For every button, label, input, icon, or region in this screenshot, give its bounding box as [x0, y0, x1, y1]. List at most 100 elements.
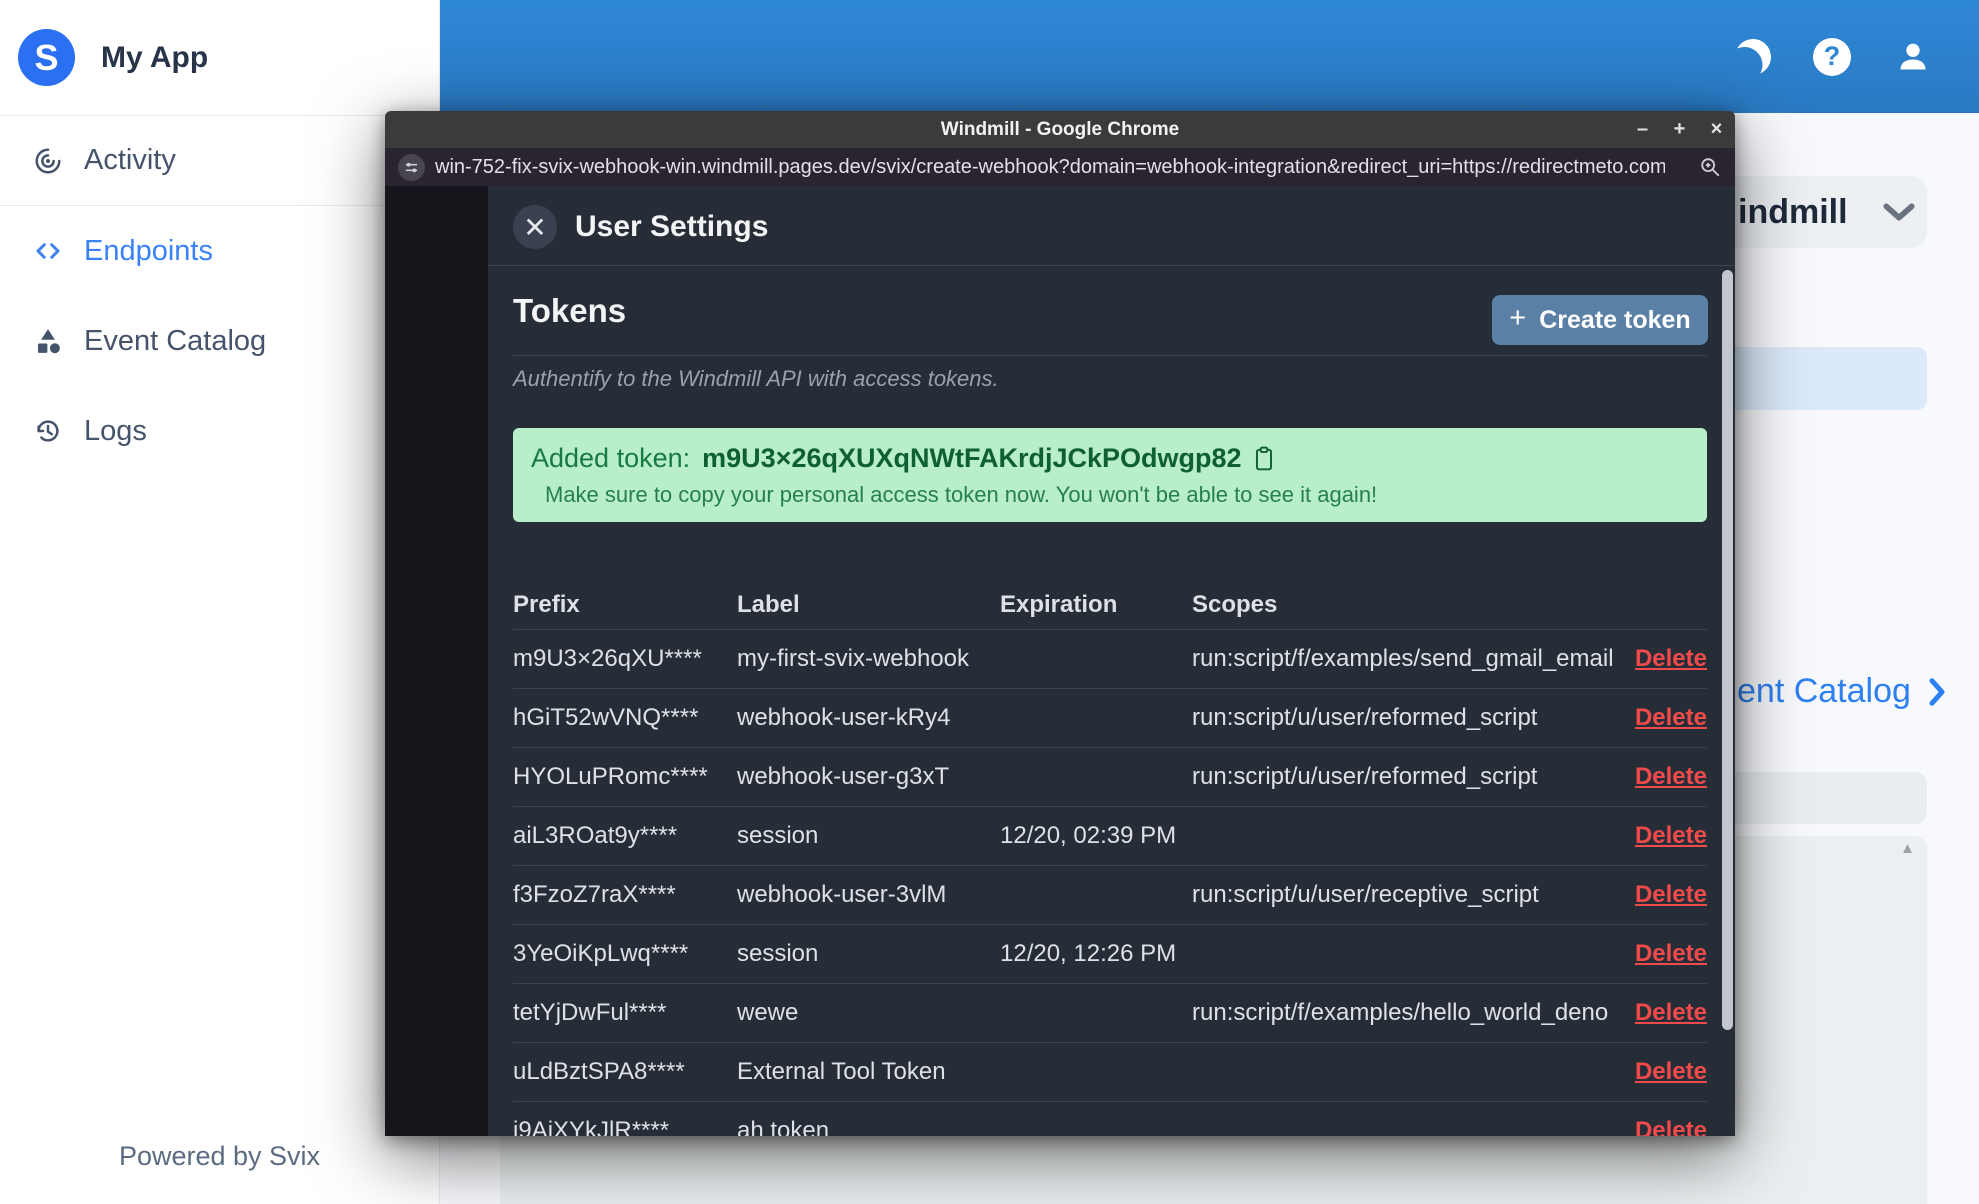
token-scopes-cell: run:script/u/user/reformed_script — [1192, 704, 1538, 731]
table-row: HYOLuPRomc**** webhook-user-g3xT run:scr… — [513, 747, 1707, 806]
history-clock-icon — [37, 420, 59, 442]
event-catalog-link-label: ent Catalog — [1737, 672, 1911, 710]
dark-mode-moon-icon[interactable] — [1732, 35, 1775, 78]
event-catalog-link[interactable]: ent Catalog — [1737, 672, 1949, 711]
sidebar-item-logs[interactable]: Logs — [0, 386, 439, 476]
chrome-window: Windmill - Google Chrome – + × win-752-f… — [385, 111, 1735, 1136]
delete-link[interactable]: Delete — [1635, 645, 1707, 673]
token-expiration-cell: 12/20, 02:39 PM — [1000, 822, 1177, 849]
browser-viewport: ✕ User Settings Tokens + Create token Au… — [385, 186, 1735, 1136]
code-brackets-icon — [36, 243, 60, 259]
col-scopes: Scopes — [1192, 591, 1278, 618]
close-drawer-button[interactable]: ✕ — [513, 205, 557, 249]
window-titlebar[interactable]: Windmill - Google Chrome – + × — [385, 111, 1735, 148]
token-label-cell: session — [737, 940, 819, 967]
svix-logo-icon: S — [18, 29, 75, 86]
divider — [513, 355, 1707, 356]
drawer-scrollbar-thumb[interactable] — [1722, 270, 1733, 1030]
token-value: m9U3×26qXUXqNWtFAKrdjJCkPOdwgp82 — [702, 443, 1242, 473]
token-prefix-cell: f3FzoZ7raX**** — [513, 881, 676, 908]
token-label-cell: wewe — [737, 999, 799, 1026]
token-label-cell: webhook-user-kRy4 — [737, 704, 951, 731]
app-header: S My App — [0, 0, 439, 116]
activity-icon — [35, 148, 61, 173]
copy-clipboard-icon[interactable] — [1254, 446, 1274, 472]
workspace-name: indmill — [1738, 192, 1848, 231]
delete-link[interactable]: Delete — [1635, 763, 1707, 791]
scrollbar-up-arrow-icon[interactable]: ▲ — [1900, 840, 1915, 857]
token-prefix-cell: m9U3×26qXU**** — [513, 645, 702, 672]
token-prefix-cell: HYOLuPRomc**** — [513, 763, 708, 790]
table-row: uLdBztSPA8**** External Tool Token Delet… — [513, 1042, 1707, 1101]
sidebar-item-endpoints[interactable]: Endpoints — [0, 206, 439, 296]
user-icon[interactable] — [1893, 37, 1933, 77]
sidebar: S My App Activity Endpoints Event Catalo… — [0, 0, 440, 1204]
table-row: m9U3×26qXU**** my-first-svix-webhook run… — [513, 629, 1707, 688]
chevron-right-icon — [1929, 677, 1945, 706]
delete-link[interactable]: Delete — [1635, 999, 1707, 1027]
user-settings-drawer: ✕ User Settings Tokens + Create token Au… — [488, 186, 1735, 1136]
banner-prefix: Added token: — [531, 443, 691, 473]
token-prefix-cell: uLdBztSPA8**** — [513, 1058, 685, 1085]
col-prefix: Prefix — [513, 591, 580, 618]
minimize-button[interactable]: – — [1624, 111, 1661, 148]
delete-link[interactable]: Delete — [1635, 704, 1707, 732]
table-row: tetYjDwFul**** wewe run:script/f/example… — [513, 983, 1707, 1042]
url-bar[interactable]: win-752-fix-svix-webhook-win.windmill.pa… — [385, 148, 1735, 186]
sidebar-item-label: Logs — [84, 414, 147, 447]
sidebar-item-event-catalog[interactable]: Event Catalog — [0, 296, 439, 386]
col-expiration: Expiration — [1000, 591, 1118, 618]
delete-link[interactable]: Delete — [1635, 822, 1707, 850]
close-window-button[interactable]: × — [1698, 111, 1735, 148]
table-row: f3FzoZ7raX**** webhook-user-3vlM run:scr… — [513, 865, 1707, 924]
banner-note: Make sure to copy your personal access t… — [545, 482, 1378, 507]
delete-link[interactable]: Delete — [1635, 881, 1707, 909]
token-prefix-cell: hGiT52wVNQ**** — [513, 704, 699, 731]
sidebar-item-label: Endpoints — [84, 234, 213, 267]
plus-icon: + — [1509, 302, 1527, 334]
table-row: 3YeOiKpLwq**** session 12/20, 12:26 PM D… — [513, 924, 1707, 983]
token-scopes-cell: run:script/f/examples/hello_world_deno — [1192, 999, 1609, 1026]
tune-icon — [405, 162, 418, 172]
token-scopes-cell: run:script/f/examples/send_gmail_email — [1192, 645, 1614, 672]
token-prefix-cell: aiL3ROat9y**** — [513, 822, 678, 849]
token-scopes-cell: run:script/u/user/receptive_script — [1192, 881, 1539, 908]
sidebar-item-label: Activity — [84, 144, 176, 176]
delete-link[interactable]: Delete — [1635, 940, 1707, 968]
token-prefix-cell: i9AjXYkJlR**** — [513, 1117, 670, 1136]
sidebar-item-label: Event Catalog — [84, 324, 267, 357]
divider — [488, 265, 1735, 266]
drawer-title: User Settings — [575, 210, 769, 243]
create-token-label: Create token — [1539, 305, 1691, 334]
delete-link[interactable]: Delete — [1635, 1058, 1707, 1086]
url-input[interactable]: win-752-fix-svix-webhook-win.windmill.pa… — [435, 156, 1665, 179]
powered-by-svix: Powered by Svix — [118, 1141, 321, 1171]
window-title: Windmill - Google Chrome — [940, 118, 1180, 140]
delete-link[interactable]: Delete — [1635, 1117, 1707, 1136]
token-label-cell: External Tool Token — [737, 1058, 946, 1085]
shapes-icon — [38, 329, 60, 354]
col-label: Label — [737, 591, 800, 618]
token-prefix-cell: 3YeOiKpLwq**** — [513, 940, 689, 967]
help-icon[interactable]: ? — [1813, 37, 1851, 76]
table-row: aiL3ROat9y**** session 12/20, 02:39 PM D… — [513, 806, 1707, 865]
create-token-button[interactable]: + Create token — [1492, 295, 1708, 345]
tokens-table-header: Prefix Label Expiration Scopes — [513, 581, 1707, 629]
token-label-cell: ah token — [737, 1117, 830, 1136]
site-info-button[interactable] — [398, 153, 425, 181]
token-expiration-cell: 12/20, 12:26 PM — [1000, 940, 1177, 967]
page-dim-overlay — [385, 186, 488, 1136]
token-scopes-cell: run:script/u/user/reformed_script — [1192, 763, 1538, 790]
zoom-icon[interactable] — [1699, 156, 1721, 178]
tokens-subtitle: Authentify to the Windmill API with acce… — [513, 366, 999, 391]
token-label-cell: webhook-user-g3xT — [737, 763, 950, 790]
chevron-down-icon — [1882, 203, 1915, 221]
tokens-section-title: Tokens — [513, 292, 627, 329]
sidebar-item-activity[interactable]: Activity — [0, 116, 439, 206]
table-row: i9AjXYkJlR**** ah token Delete — [513, 1101, 1707, 1136]
table-row: hGiT52wVNQ**** webhook-user-kRy4 run:scr… — [513, 688, 1707, 747]
token-added-banner: Added token: m9U3×26qXUXqNWtFAKrdjJCkPOd… — [513, 428, 1707, 522]
token-label-cell: session — [737, 822, 819, 849]
maximize-button[interactable]: + — [1661, 111, 1698, 148]
app-name: My App — [101, 40, 209, 74]
